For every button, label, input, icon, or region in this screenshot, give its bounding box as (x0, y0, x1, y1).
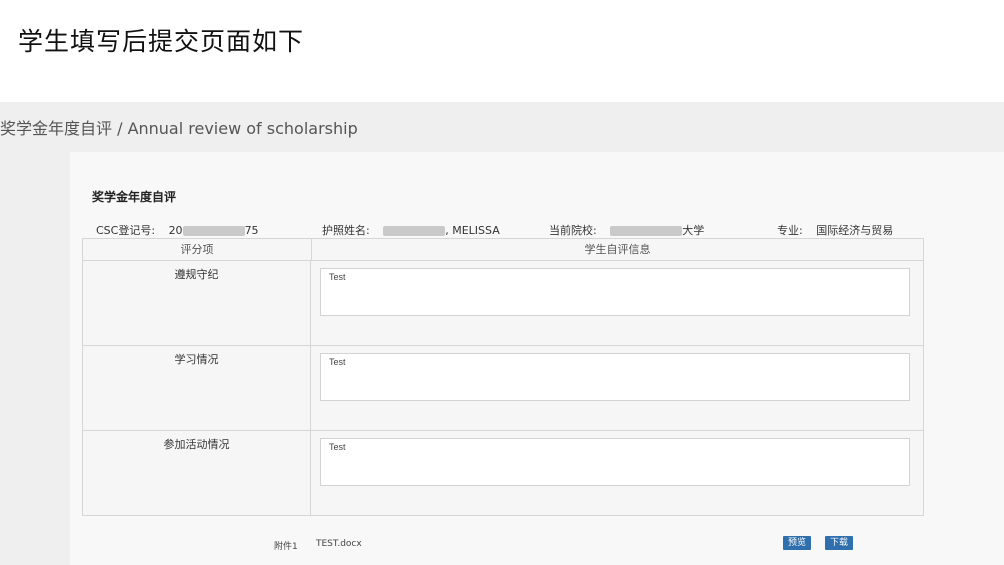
redacted-block (610, 226, 683, 236)
major-field: 专业: 国际经济与贸易 (777, 222, 893, 238)
school-label: 当前院校: (549, 224, 597, 237)
header-item: 评分项 (83, 239, 312, 260)
app-region: 奖学金年度自评 / Annual review of scholarship 奖… (0, 102, 1004, 565)
school-field: 当前院校: 大学 (549, 222, 704, 238)
review-form-panel: 奖学金年度自评 CSC登记号: 20 75 护照姓名: , MELISSA 当前院… (70, 152, 1004, 565)
csc-value: 20 75 (168, 224, 259, 237)
attachment-filename[interactable]: TEST.docx (316, 539, 362, 549)
attachment-label: 附件1 (274, 542, 298, 552)
passport-value: , MELISSA (383, 224, 500, 237)
school-value: 大学 (610, 224, 704, 237)
redacted-block (182, 226, 245, 236)
self-review-textarea[interactable]: Test (320, 268, 910, 316)
row-label: 遵规守纪 (83, 261, 311, 345)
passport-name-field: 护照姓名: , MELISSA (322, 222, 500, 238)
slide-title: 学生填写后提交页面如下 (18, 27, 305, 56)
major-label: 专业: (777, 224, 803, 237)
table-row: 学习情况 Test (83, 346, 923, 431)
table-header: 评分项 学生自评信息 (83, 239, 923, 261)
table-row: 遵规守纪 Test (83, 261, 923, 346)
download-button[interactable]: 下载 (825, 536, 854, 550)
major-value: 国际经济与贸易 (816, 224, 894, 237)
row-label: 参加活动情况 (83, 431, 311, 515)
review-table: 评分项 学生自评信息 遵规守纪 Test 学习情况 Test 参加活动情况 Te… (82, 238, 924, 516)
csc-number-field: CSC登记号: 20 75 (96, 222, 259, 238)
passport-label: 护照姓名: (322, 224, 370, 237)
row-label: 学习情况 (83, 346, 311, 430)
self-review-textarea[interactable]: Test (320, 353, 910, 401)
page-heading: 奖学金年度自评 / Annual review of scholarship (0, 119, 358, 138)
self-review-textarea[interactable]: Test (320, 438, 910, 486)
table-row: 参加活动情况 Test (83, 431, 923, 515)
form-title: 奖学金年度自评 (92, 190, 177, 204)
redacted-block (383, 226, 446, 236)
preview-button[interactable]: 预览 (783, 536, 812, 550)
csc-label: CSC登记号: (96, 224, 156, 237)
header-info: 学生自评信息 (584, 243, 651, 256)
